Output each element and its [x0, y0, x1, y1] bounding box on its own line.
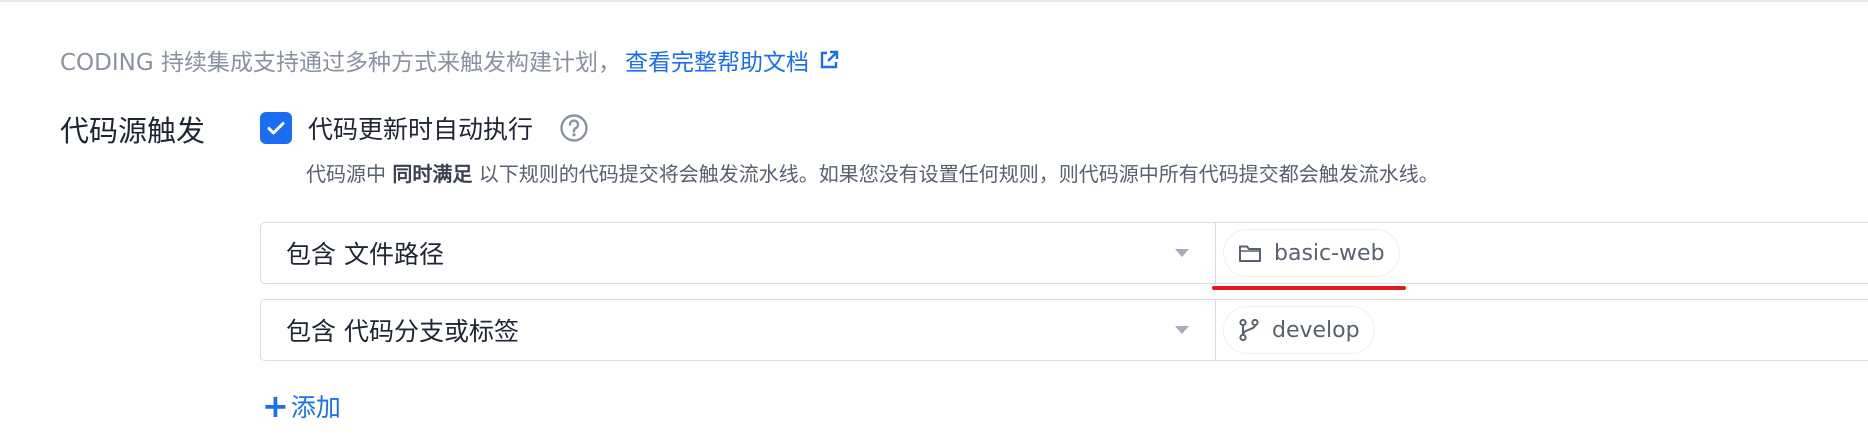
top-divider	[0, 0, 1868, 2]
plus-icon: +	[262, 387, 289, 425]
rule-condition-value: 包含 文件路径	[286, 240, 444, 269]
rule-tag: develop	[1224, 307, 1374, 353]
auto-run-checkbox[interactable]	[260, 112, 292, 144]
add-rule-button[interactable]: + 添加	[262, 388, 341, 424]
auto-run-description: 代码源中 同时满足 以下规则的代码提交将会触发流水线。如果您没有设置任何规则，则…	[306, 158, 1439, 187]
auto-run-option: 代码更新时自动执行	[260, 110, 589, 146]
help-doc-link-label: 查看完整帮助文档	[625, 50, 809, 76]
rule-tag-label: develop	[1272, 317, 1360, 343]
folder-icon	[1239, 245, 1261, 262]
rule-value-field[interactable]: basic-web	[1216, 223, 1868, 283]
section-title: 代码源触发	[60, 114, 206, 148]
rule-tag: basic-web	[1224, 230, 1399, 276]
intro-text: CODING 持续集成支持通过多种方式来触发构建计划，	[60, 50, 621, 76]
help-doc-link[interactable]: 查看完整帮助文档	[625, 43, 839, 77]
intro-line: CODING 持续集成支持通过多种方式来触发构建计划， 查看完整帮助文档	[60, 40, 839, 80]
rule-tag-label: basic-web	[1274, 240, 1385, 266]
description-emphasis: 同时满足	[392, 162, 473, 186]
external-link-icon	[820, 50, 839, 69]
rule-value-field[interactable]: develop	[1216, 300, 1868, 360]
annotation-underline	[1212, 286, 1406, 290]
description-suffix: 以下规则的代码提交将会触发流水线。如果您没有设置任何规则，则代码源中所有代码提交…	[478, 162, 1439, 186]
rule-row-branch: 包含 代码分支或标签 develop	[260, 299, 1868, 361]
help-icon[interactable]	[559, 113, 589, 143]
rule-condition-select[interactable]: 包含 文件路径	[261, 223, 1216, 283]
rule-condition-select[interactable]: 包含 代码分支或标签	[261, 300, 1216, 360]
chevron-down-icon	[1175, 326, 1189, 334]
description-prefix: 代码源中	[306, 162, 386, 186]
rule-condition-value: 包含 代码分支或标签	[286, 317, 519, 346]
auto-run-label[interactable]: 代码更新时自动执行	[308, 110, 533, 146]
checkmark-icon	[267, 122, 285, 135]
chevron-down-icon	[1175, 249, 1189, 257]
add-rule-label: 添加	[290, 393, 341, 422]
rule-row-file-path: 包含 文件路径 basic-web	[260, 222, 1868, 284]
branch-icon	[1239, 318, 1259, 342]
